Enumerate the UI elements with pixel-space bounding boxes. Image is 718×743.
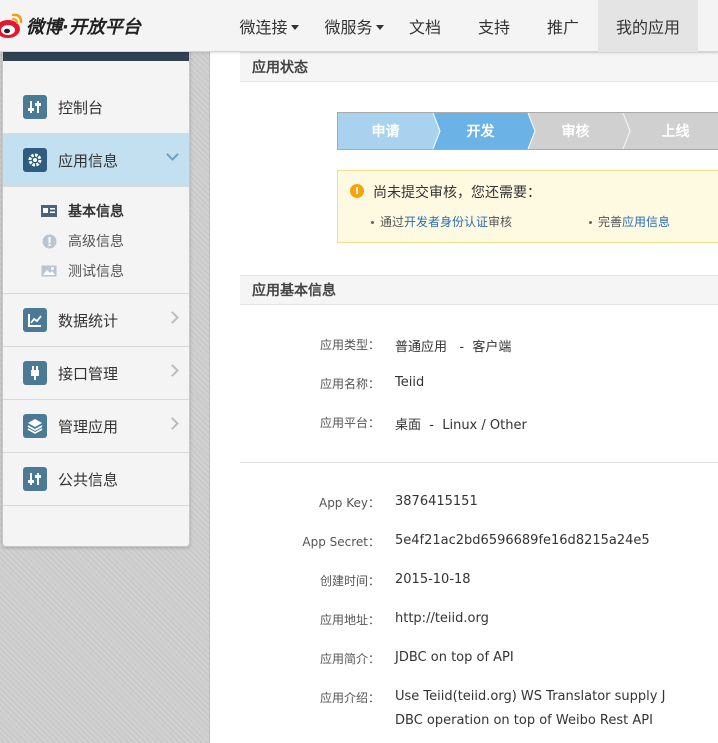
nav-item-label: 文档 (408, 18, 441, 37)
app-secret-label: App Secret： (302, 535, 380, 549)
app-type-label: 应用类型： (319, 338, 380, 352)
layers-icon (23, 414, 47, 438)
section-title: 应用基本信息 (252, 283, 336, 299)
app-secret-value: 5e4f21ac2bd6596689fe16d8215a24e5 (395, 533, 650, 548)
notice-text: 完善 (598, 215, 623, 229)
chevron-right-icon (166, 311, 179, 324)
sidebar-item-api-management[interactable]: 接口管理 (3, 347, 189, 400)
section-header-basic-info: 应用基本信息 (240, 275, 718, 305)
chevron-down-icon (166, 148, 179, 161)
subitem-label: 高级信息 (68, 234, 124, 250)
app-info-link[interactable]: 应用信息 (622, 215, 670, 229)
caret-down-icon (290, 24, 299, 30)
sidebar-item-statistics[interactable]: 数据统计 (3, 294, 189, 347)
sidebar-item-label: 管理应用 (58, 417, 119, 436)
nav-item-docs[interactable]: 文档 (398, 0, 452, 52)
sliders-icon (23, 95, 47, 119)
app-url-label: 应用地址： (319, 613, 380, 627)
developer-verification-link[interactable]: 开发者身份认证 (404, 215, 488, 229)
sidebar: 控制台 应用信息 基本信息 高级信息 测试信息 数据统计 接口管理 管理应用 公… (2, 52, 190, 547)
app-intro-line-1: Use Teiid(teiid.org) WS Translator suppl… (395, 689, 666, 704)
weibo-open-platform-logo[interactable]: 微博·开放平台 (0, 9, 141, 43)
chevron-right-icon (166, 364, 179, 377)
sidebar-subitem-test-info[interactable]: 测试信息 (3, 256, 189, 286)
app-key-value: 3876415151 (395, 494, 478, 509)
subitem-label: 基本信息 (68, 204, 124, 220)
nav-item-weifuwu[interactable]: 微服务 (313, 0, 395, 52)
nav-item-my-apps[interactable]: 我的应用 (598, 0, 698, 52)
logo-text: 微博·开放平台 (26, 17, 141, 38)
step-apply: 申请 (338, 113, 433, 149)
sidebar-item-app-info[interactable]: 应用信息 (3, 134, 189, 187)
bullet-icon (589, 221, 592, 224)
caret-down-icon (375, 24, 384, 30)
sidebar-top-border (3, 52, 189, 61)
sidebar-item-label: 公共信息 (58, 470, 119, 489)
notice-text: 审核 (488, 215, 513, 229)
notice-text: 通过 (380, 215, 405, 229)
nav-item-label: 我的应用 (615, 18, 680, 37)
step-separator (426, 113, 441, 149)
sidebar-item-console[interactable]: 控制台 (3, 81, 189, 134)
notice-item-complete-info: 完善应用信息 (589, 213, 670, 230)
bullet-icon (371, 221, 374, 224)
image-icon (41, 264, 57, 278)
step-review: 审核 (528, 113, 623, 149)
app-summary-value: JDBC on top of API (395, 650, 514, 665)
subitem-label: 测试信息 (68, 264, 124, 280)
sliders-icon (23, 467, 47, 491)
created-time-label: 创建时间： (319, 574, 380, 588)
step-label: 申请 (371, 124, 400, 140)
app-name-value: Teiid (395, 375, 425, 390)
progress-steps: 申请 开发 审核 上线 (337, 112, 718, 150)
app-type-value: 普通应用 - 客户端 (395, 340, 512, 355)
weibo-logo-icon (0, 13, 23, 38)
nav-item-support[interactable]: 支持 (467, 0, 521, 52)
app-key-label: App Key： (318, 496, 380, 510)
sidebar-item-public-info[interactable]: 公共信息 (3, 453, 189, 506)
sidebar-item-label: 接口管理 (58, 364, 119, 383)
section-title: 应用状态 (252, 60, 308, 76)
chevron-right-icon (166, 417, 179, 430)
chart-icon (23, 308, 47, 332)
step-label: 开发 (466, 124, 495, 140)
step-separator (521, 113, 536, 149)
nav-item-label: 支持 (477, 18, 510, 37)
app-platform-value: 桌面 - Linux / Other (395, 418, 527, 433)
step-develop: 开发 (433, 113, 528, 149)
notice-title: 尚未提交审核，您还需要： (373, 185, 541, 201)
section-header-app-status: 应用状态 (240, 52, 718, 82)
app-summary-label: 应用简介： (319, 652, 380, 666)
nav-item-weilianjie[interactable]: 微连接 (228, 0, 310, 52)
sidebar-subitem-advanced-info[interactable]: 高级信息 (3, 226, 189, 256)
app-intro-line-2: DBC operation on top of Weibo Rest API (395, 713, 653, 728)
gear-icon (23, 148, 47, 172)
sidebar-item-manage-apps[interactable]: 管理应用 (3, 400, 189, 453)
step-online: 上线 (628, 113, 718, 149)
warning-icon: ! (350, 184, 364, 198)
step-label: 上线 (661, 124, 690, 140)
nav-item-label: 微连接 (239, 18, 288, 37)
sidebar-subitem-basic-info[interactable]: 基本信息 (3, 196, 189, 226)
app-intro-label: 应用介绍： (319, 691, 380, 705)
review-notice: ! 尚未提交审核，您还需要： 通过开发者身份认证审核 完善应用信息 (337, 170, 718, 243)
top-navigation-bar: 微博·开放平台 微连接 微服务 文档 支持 推广 我的应用 (0, 0, 718, 52)
id-card-icon (41, 204, 57, 218)
nav-item-label: 微服务 (324, 18, 373, 37)
step-separator (622, 113, 631, 149)
step-label: 审核 (561, 124, 590, 140)
sidebar-item-label: 控制台 (58, 98, 104, 117)
nav-item-label: 推广 (546, 18, 579, 37)
sidebar-item-label: 数据统计 (58, 311, 119, 330)
section-divider (240, 462, 718, 463)
alert-icon (41, 234, 57, 248)
app-platform-label: 应用平台： (319, 416, 380, 430)
nav-item-promotion[interactable]: 推广 (536, 0, 590, 52)
app-name-label: 应用名称： (319, 377, 380, 391)
created-time-value: 2015-10-18 (395, 572, 471, 587)
notice-item-verify: 通过开发者身份认证审核 (371, 213, 512, 230)
app-url-link[interactable]: http://teiid.org (395, 611, 489, 626)
sidebar-item-label: 应用信息 (58, 151, 119, 170)
plug-icon (23, 361, 47, 385)
